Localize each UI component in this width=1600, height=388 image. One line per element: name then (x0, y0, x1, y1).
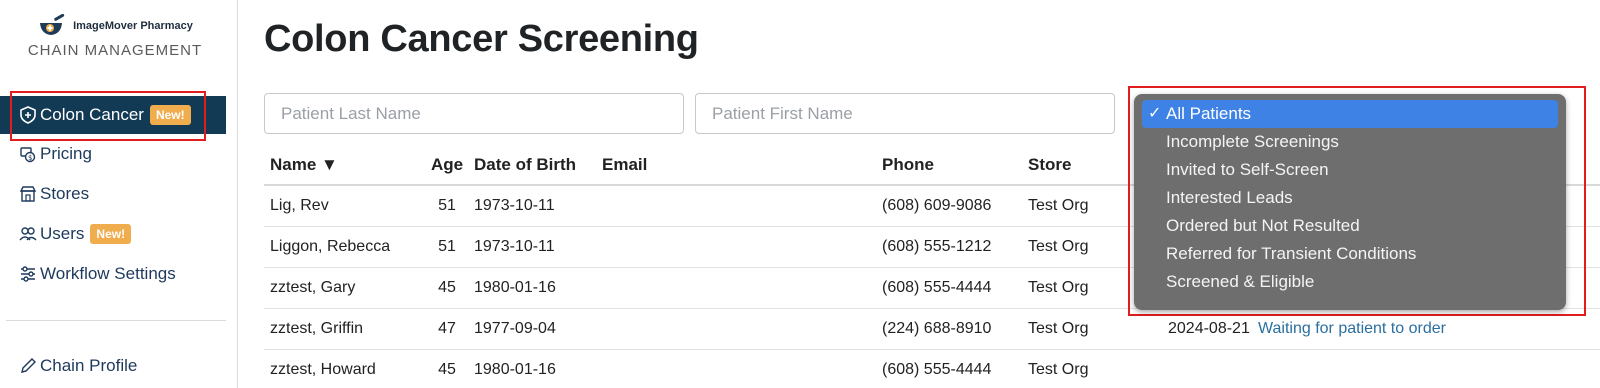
cell-name: Lig, Rev (270, 197, 329, 214)
sidebar-item-stores[interactable]: Stores (0, 174, 226, 214)
first-name-placeholder: Patient First Name (712, 103, 853, 123)
shield-plus-icon (18, 105, 38, 125)
cell-age: 45 (438, 361, 456, 378)
sidebar-item-label: Workflow Settings (40, 264, 176, 283)
filter-option-interested-leads[interactable]: Interested Leads (1142, 184, 1558, 212)
price-tag-icon: $ (18, 144, 38, 164)
users-icon (18, 224, 38, 244)
sidebar-divider (6, 320, 226, 321)
new-badge: New! (90, 224, 132, 244)
cell-dob: 1980-01-16 (474, 361, 556, 378)
cell-age: 51 (438, 238, 456, 255)
cell-dob: 1973-10-11 (474, 197, 555, 214)
brand-subtitle: CHAIN MANAGEMENT (27, 42, 203, 59)
patient-filter-dropdown[interactable]: ✓ All Patients Incomplete Screenings Inv… (1134, 94, 1566, 310)
store-icon (18, 184, 38, 204)
cell-dob: 1973-10-11 (474, 238, 555, 255)
cell-phone: (608) 555-1212 (882, 238, 992, 255)
cell-store: Test Org (1028, 361, 1089, 378)
filter-option-screened-eligible[interactable]: Screened & Eligible (1142, 268, 1558, 296)
option-label: Ordered but Not Resulted (1166, 216, 1360, 235)
sidebar-item-label: Pricing (40, 144, 92, 163)
col-dob-header[interactable]: Date of Birth (470, 155, 600, 175)
option-label: Interested Leads (1166, 188, 1293, 207)
checkmark-icon: ✓ (1148, 105, 1162, 122)
cell-phone: (608) 555-4444 (882, 279, 992, 296)
cell-name: Liggon, Rebecca (270, 238, 391, 255)
option-label: Invited to Self-Screen (1166, 160, 1329, 179)
option-label: All Patients (1166, 104, 1252, 123)
option-label: Incomplete Screenings (1166, 132, 1339, 151)
new-badge: New! (149, 105, 191, 125)
status-link[interactable]: Waiting for patient to order (1258, 320, 1558, 338)
pencil-icon (18, 356, 38, 376)
cell-name: zztest, Griffin (270, 320, 364, 337)
sidebar-item-workflow-settings[interactable]: Workflow Settings (0, 254, 226, 294)
sidebar-item-colon-cancer[interactable]: Colon Cancer New! (0, 96, 226, 134)
col-name-header[interactable]: Name ▼ (264, 155, 424, 175)
option-label: Referred for Transient Conditions (1166, 244, 1417, 263)
cell-name: zztest, Howard (270, 361, 376, 378)
table-row[interactable]: zztest, Howard 45 1980-01-16 (608) 555-4… (264, 350, 1600, 388)
sidebar-item-chain-profile[interactable]: Chain Profile (0, 346, 226, 386)
cell-name: zztest, Gary (270, 279, 356, 296)
sidebar-item-users[interactable]: Users New! (0, 214, 226, 254)
cell-age: 45 (438, 279, 456, 296)
col-age-header[interactable]: Age (424, 155, 470, 175)
filter-option-incomplete-screenings[interactable]: Incomplete Screenings (1142, 128, 1558, 156)
last-name-input[interactable]: Patient Last Name (264, 93, 684, 134)
sidebar-bottom: Chain Profile (0, 346, 226, 386)
col-email-header[interactable]: Email (600, 155, 880, 175)
sidebar-item-label: Chain Profile (40, 356, 138, 375)
cell-age: 51 (438, 197, 456, 214)
cell-dob: 1980-01-16 (474, 279, 556, 296)
col-phone-header[interactable]: Phone (880, 155, 1028, 175)
cell-phone: (608) 609-9086 (882, 197, 992, 214)
sidebar-nav: Colon Cancer New! $ Pricing Stores Users… (0, 96, 226, 294)
sidebar-item-label: Users (40, 224, 85, 243)
cell-store: Test Org (1028, 320, 1089, 337)
last-name-placeholder: Patient Last Name (281, 103, 421, 123)
cell-dob: 1977-09-04 (474, 320, 556, 337)
option-label: Screened & Eligible (1166, 272, 1315, 291)
cell-phone: (224) 688-8910 (882, 320, 992, 337)
mortar-pestle-logo-icon (40, 14, 65, 35)
sidebar-item-pricing[interactable]: $ Pricing (0, 134, 226, 174)
sidebar-item-label: Colon Cancer (40, 105, 144, 124)
sliders-icon (18, 264, 38, 284)
page-title: Colon Cancer Screening (264, 18, 699, 60)
cell-phone: (608) 555-4444 (882, 361, 992, 378)
filter-option-ordered-not-resulted[interactable]: Ordered but Not Resulted (1142, 212, 1558, 240)
svg-text:$: $ (28, 154, 32, 162)
cell-age: 47 (438, 320, 456, 337)
brand-name: ImageMover Pharmacy (73, 20, 193, 32)
filter-option-invited-to-self-screen[interactable]: Invited to Self-Screen (1142, 156, 1558, 184)
first-name-input[interactable]: Patient First Name (695, 93, 1115, 134)
filter-option-all-patients[interactable]: ✓ All Patients (1142, 100, 1558, 128)
sidebar: ImageMover Pharmacy CHAIN MANAGEMENT Col… (0, 0, 238, 388)
brand: ImageMover Pharmacy CHAIN MANAGEMENT (0, 14, 230, 59)
filter-option-referred-transient[interactable]: Referred for Transient Conditions (1142, 240, 1558, 268)
cell-date: 2024-08-21 (1168, 320, 1250, 337)
sidebar-item-label: Stores (40, 184, 90, 203)
